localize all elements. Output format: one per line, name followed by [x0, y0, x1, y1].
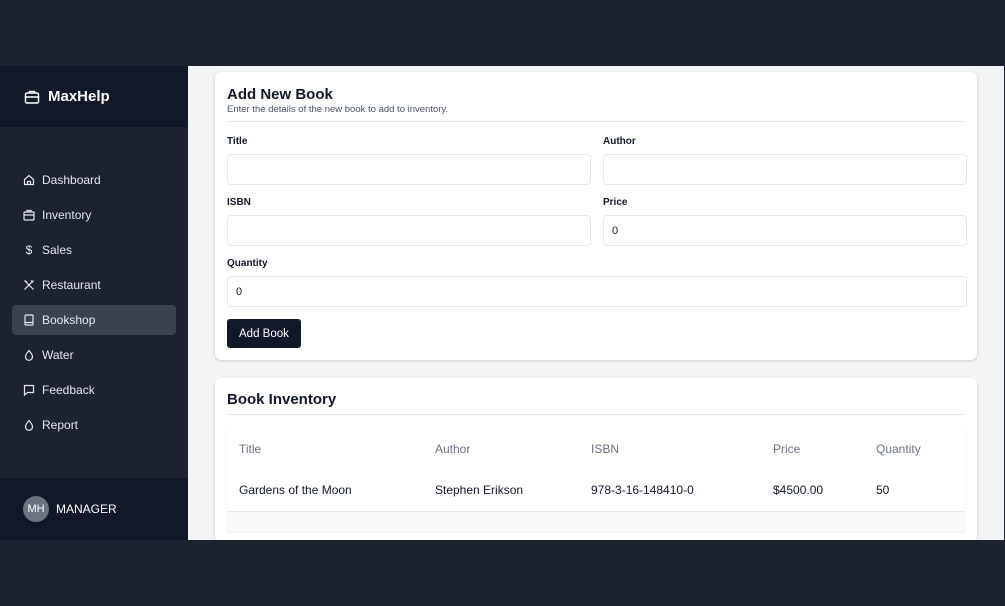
sidebar-item-inventory[interactable]: Inventory — [12, 200, 176, 230]
sidebar-item-label: Dashboard — [42, 173, 101, 187]
sidebar-item-label: Feedback — [42, 383, 95, 397]
column-header-title: Title — [239, 442, 262, 456]
cell-price: $4500.00 — [761, 469, 864, 512]
divider — [227, 121, 965, 122]
sidebar-item-water[interactable]: Water — [12, 340, 176, 370]
book-icon — [23, 314, 35, 326]
briefcase-icon — [24, 89, 40, 105]
sidebar-item-feedback[interactable]: Feedback — [12, 375, 176, 405]
cell-title: Gardens of the Moon — [227, 469, 423, 512]
price-label: Price — [603, 197, 628, 208]
table-row — [227, 511, 965, 531]
sidebar-item-label: Report — [42, 418, 79, 432]
isbn-input[interactable] — [227, 215, 591, 246]
quantity-field-group: Quantity — [227, 258, 967, 307]
cell-author: Stephen Erikson — [423, 469, 579, 512]
message-icon — [23, 384, 35, 396]
inventory-table: Title Author ISBN Price Quantity Gardens… — [227, 429, 965, 531]
price-input[interactable] — [603, 215, 967, 246]
quantity-input[interactable] — [227, 276, 967, 307]
cell-empty — [579, 511, 761, 531]
dollar-icon: $ — [25, 243, 33, 257]
cell-isbn: 978-3-16-148410-0 — [579, 469, 761, 512]
form-description: Enter the details of the new book to add… — [227, 104, 449, 115]
author-field-group: Author — [603, 136, 967, 185]
book-form: Title Author ISBN Price Quantity — [227, 136, 967, 319]
book-inventory-card: Book Inventory Title Author ISBN Price Q… — [215, 378, 977, 540]
isbn-field-group: ISBN — [227, 197, 591, 246]
sidebar: MaxHelp Dashboard Inventory $ Sales Rest… — [0, 66, 188, 540]
app-window: MaxHelp Dashboard Inventory $ Sales Rest… — [0, 66, 1004, 540]
title-input[interactable] — [227, 154, 591, 185]
avatar: MH — [23, 496, 49, 522]
cell-quantity: 50 — [864, 469, 965, 512]
title-field-group: Title — [227, 136, 591, 185]
sidebar-nav: Dashboard Inventory $ Sales Restaurant B… — [0, 165, 188, 440]
table-header-row: Title Author ISBN Price Quantity — [227, 429, 965, 469]
sidebar-item-label: Sales — [42, 243, 73, 257]
title-label: Title — [227, 136, 248, 147]
droplet-icon — [23, 419, 35, 431]
sidebar-item-label: Water — [42, 348, 74, 362]
sidebar-item-label: Bookshop — [42, 313, 96, 327]
author-label: Author — [603, 136, 636, 147]
sidebar-item-dashboard[interactable]: Dashboard — [12, 165, 176, 195]
brand-name: MaxHelp — [48, 88, 110, 105]
column-header-price: Price — [773, 442, 801, 456]
main-content: Add New Book Enter the details of the ne… — [188, 66, 1004, 540]
sidebar-item-bookshop[interactable]: Bookshop — [12, 305, 176, 335]
isbn-label: ISBN — [227, 197, 251, 208]
inventory-table-wrap: Title Author ISBN Price Quantity Gardens… — [227, 429, 965, 531]
sidebar-item-report[interactable]: Report — [12, 410, 176, 440]
price-field-group: Price — [603, 197, 967, 246]
sidebar-item-sales[interactable]: $ Sales — [12, 235, 176, 265]
user-role: MANAGER — [56, 502, 117, 516]
column-header-quantity: Quantity — [876, 442, 921, 456]
droplet-icon — [23, 349, 35, 361]
sidebar-item-label: Restaurant — [42, 278, 101, 292]
form-title: Add New Book — [227, 86, 333, 103]
author-input[interactable] — [603, 154, 967, 185]
cell-empty — [864, 511, 965, 531]
add-book-button[interactable]: Add Book — [227, 319, 301, 348]
cell-empty — [227, 511, 423, 531]
sidebar-item-label: Inventory — [42, 208, 92, 222]
add-book-card: Add New Book Enter the details of the ne… — [215, 72, 977, 360]
divider — [227, 414, 965, 415]
quantity-label: Quantity — [227, 258, 268, 269]
column-header-author: Author — [435, 442, 471, 456]
column-header-isbn: ISBN — [591, 442, 620, 456]
user-profile[interactable]: MH MANAGER — [0, 478, 188, 540]
cell-empty — [761, 511, 864, 531]
home-icon — [23, 174, 35, 186]
utensils-icon — [23, 279, 35, 291]
briefcase-icon — [23, 209, 35, 221]
inventory-title: Book Inventory — [227, 391, 337, 408]
sidebar-item-restaurant[interactable]: Restaurant — [12, 270, 176, 300]
table-row[interactable]: Gardens of the Moon Stephen Erikson 978-… — [227, 469, 965, 512]
cell-empty — [423, 511, 579, 531]
brand[interactable]: MaxHelp — [0, 66, 188, 127]
